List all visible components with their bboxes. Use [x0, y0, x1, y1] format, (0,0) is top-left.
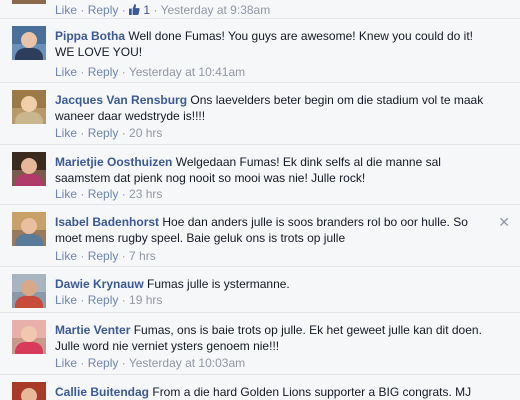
- timestamp[interactable]: 23 hrs: [129, 187, 162, 201]
- comment-item: Jacques Van Rensburg Ons laevelders bete…: [0, 82, 520, 144]
- comment-meta: Like · Reply · 19 hrs: [55, 293, 163, 307]
- comment-body: Martie Venter Fumas, ons is baie trots o…: [55, 322, 495, 354]
- comment-meta: Like · Reply · Yesterday at 10:03am: [55, 356, 246, 370]
- comment-body: Isabel Badenhorst Hoe dan anders julle i…: [55, 214, 495, 246]
- avatar[interactable]: [12, 212, 46, 246]
- like-link[interactable]: Like: [55, 249, 77, 263]
- reply-link[interactable]: Reply: [88, 187, 119, 201]
- comment-body: Callie Buitendag From a die hard Golden …: [55, 384, 495, 400]
- comment-author[interactable]: Marietjie Oosthuizen: [55, 155, 172, 169]
- comment-author[interactable]: Martie Venter: [55, 323, 130, 337]
- comment-author[interactable]: Isabel Badenhorst: [55, 215, 159, 229]
- reply-link[interactable]: Reply: [88, 249, 119, 263]
- avatar[interactable]: [12, 0, 46, 4]
- like-link[interactable]: Like: [55, 65, 77, 79]
- reply-link[interactable]: Reply: [88, 356, 119, 370]
- avatar[interactable]: [12, 320, 46, 354]
- reply-link[interactable]: Reply: [88, 126, 119, 140]
- like-link[interactable]: Like: [55, 356, 77, 370]
- like-link[interactable]: Like: [55, 187, 77, 201]
- comment-meta: Like · Reply · 7 hrs: [55, 249, 156, 263]
- like-link[interactable]: Like: [55, 293, 77, 307]
- thumbs-up-icon: [129, 4, 140, 15]
- like-link[interactable]: Like: [55, 126, 77, 140]
- comment-body: Pippa Botha Well done Fumas! You guys ar…: [55, 28, 495, 60]
- comment-body: Marietjie Oosthuizen Welgedaan Fumas! Ek…: [55, 154, 495, 186]
- reply-link[interactable]: Reply: [88, 3, 119, 17]
- avatar[interactable]: [12, 90, 46, 124]
- comment-item: Dawie Krynauw Fumas julle is ystermanne.…: [0, 266, 520, 312]
- comment-body: Dawie Krynauw Fumas julle is ystermanne.: [55, 276, 495, 292]
- timestamp[interactable]: Yesterday at 10:41am: [129, 65, 245, 79]
- comment-author[interactable]: Callie Buitendag: [55, 385, 149, 399]
- avatar[interactable]: [12, 152, 46, 186]
- like-count: 1: [143, 3, 151, 17]
- comment-meta: Like · Reply · 23 hrs: [55, 187, 163, 201]
- comment-meta: Like · Reply · Yesterday at 10:41am: [55, 65, 246, 79]
- timestamp[interactable]: 7 hrs: [129, 249, 156, 263]
- comment-author[interactable]: Dawie Krynauw: [55, 277, 144, 291]
- comment-partial: Like · Reply · 1 · Yesterday at 9:38am: [0, 0, 520, 18]
- like-link[interactable]: Like: [55, 3, 77, 17]
- comment-thread: Like · Reply · 1 · Yesterday at 9:38am P…: [0, 0, 520, 400]
- avatar[interactable]: [12, 274, 46, 308]
- comment-item: Marietjie Oosthuizen Welgedaan Fumas! Ek…: [0, 144, 520, 204]
- timestamp[interactable]: 20 hrs: [129, 126, 162, 140]
- comment-text: Fumas julle is ystermanne.: [147, 277, 290, 291]
- comment-meta: Like · Reply · 20 hrs: [55, 126, 163, 140]
- timestamp[interactable]: Yesterday at 10:03am: [129, 356, 245, 370]
- avatar[interactable]: [12, 26, 46, 60]
- comment-author[interactable]: Pippa Botha: [55, 29, 125, 43]
- timestamp[interactable]: Yesterday at 9:38am: [161, 3, 271, 17]
- reply-link[interactable]: Reply: [88, 293, 119, 307]
- avatar[interactable]: [12, 382, 46, 400]
- close-icon[interactable]: ✕: [498, 215, 510, 229]
- comment-item: Callie Buitendag From a die hard Golden …: [0, 374, 520, 400]
- comment-item: Martie Venter Fumas, ons is baie trots o…: [0, 312, 520, 374]
- comment-meta: Like · Reply · 1 · Yesterday at 9:38am: [55, 3, 271, 17]
- comment-body: Jacques Van Rensburg Ons laevelders bete…: [55, 92, 495, 124]
- like-count-badge[interactable]: 1: [129, 3, 150, 17]
- timestamp[interactable]: 19 hrs: [129, 293, 162, 307]
- comment-item: Pippa Botha Well done Fumas! You guys ar…: [0, 18, 520, 82]
- comment-item: Isabel Badenhorst Hoe dan anders julle i…: [0, 204, 520, 266]
- comment-author[interactable]: Jacques Van Rensburg: [55, 93, 187, 107]
- comment-text: From a die hard Golden Lions supporter a…: [152, 385, 472, 399]
- reply-link[interactable]: Reply: [88, 65, 119, 79]
